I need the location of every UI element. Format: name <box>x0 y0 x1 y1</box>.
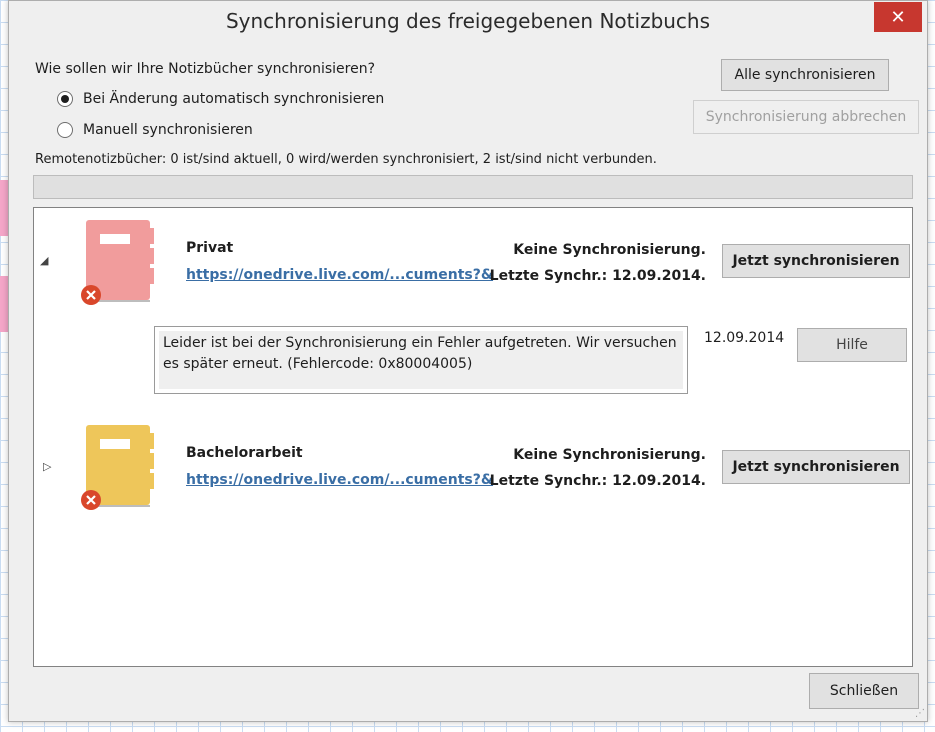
dialog-title: Synchronisierung des freigegebenen Notiz… <box>225 9 711 33</box>
error-x-icon <box>81 490 101 510</box>
resize-grip-icon[interactable]: ⋰ <box>915 708 925 719</box>
error-message-box: Leider ist bei der Synchronisierung ein … <box>154 326 688 394</box>
sync-all-button[interactable]: Alle synchronisieren <box>721 59 889 91</box>
notebook-list: ◢ Privat https://onedrive.live.com/...cu… <box>33 207 913 667</box>
close-icon[interactable]: ✕ <box>874 2 922 32</box>
error-message-text: Leider ist bei der Synchronisierung ein … <box>159 331 683 389</box>
notebook-icon <box>80 423 156 513</box>
radio-manual-sync-label: Manuell synchronisieren <box>83 122 253 138</box>
notebook-name: Bachelorarbeit <box>186 445 303 461</box>
error-date: 12.09.2014 <box>704 330 785 346</box>
dialog-content: Wie sollen wir Ihre Notizbücher synchron… <box>23 47 919 715</box>
help-button[interactable]: Hilfe <box>797 328 907 362</box>
radio-auto-sync-label: Bei Änderung automatisch synchronisieren <box>83 91 385 107</box>
radio-auto-sync[interactable]: Bei Änderung automatisch synchronisieren <box>57 91 384 107</box>
radio-manual-sync[interactable]: Manuell synchronisieren <box>57 122 253 138</box>
sync-dialog: Synchronisierung des freigegebenen Notiz… <box>8 0 928 722</box>
cancel-sync-button: Synchronisierung abbrechen <box>693 100 919 134</box>
notebook-link[interactable]: https://onedrive.live.com/...cuments?& <box>186 472 493 488</box>
radio-button-checked[interactable] <box>57 91 73 107</box>
close-dialog-button[interactable]: Schließen <box>809 673 919 709</box>
notebook-link[interactable]: https://onedrive.live.com/...cuments?& <box>186 267 493 283</box>
last-sync-text: Letzte Synchr.: 12.09.2014. <box>489 268 706 284</box>
dialog-titlebar[interactable]: Synchronisierung des freigegebenen Notiz… <box>9 1 927 47</box>
sync-status-text: Keine Synchronisierung. <box>513 447 706 463</box>
sync-now-button[interactable]: Jetzt synchronisieren <box>722 244 910 278</box>
remote-status-text: Remotenotizbücher: 0 ist/sind aktuell, 0… <box>35 152 657 167</box>
notebook-icon <box>80 218 156 308</box>
sync-now-button[interactable]: Jetzt synchronisieren <box>722 450 910 484</box>
radio-button-unchecked[interactable] <box>57 122 73 138</box>
expanded-triangle-icon[interactable]: ◢ <box>40 254 48 267</box>
sync-question: Wie sollen wir Ihre Notizbücher synchron… <box>35 61 375 77</box>
error-x-icon <box>81 285 101 305</box>
notebook-name: Privat <box>186 240 234 256</box>
sync-status-text: Keine Synchronisierung. <box>513 242 706 258</box>
sync-progress-bar <box>33 175 913 199</box>
collapsed-triangle-icon[interactable]: ▷ <box>43 460 51 473</box>
last-sync-text: Letzte Synchr.: 12.09.2014. <box>489 473 706 489</box>
